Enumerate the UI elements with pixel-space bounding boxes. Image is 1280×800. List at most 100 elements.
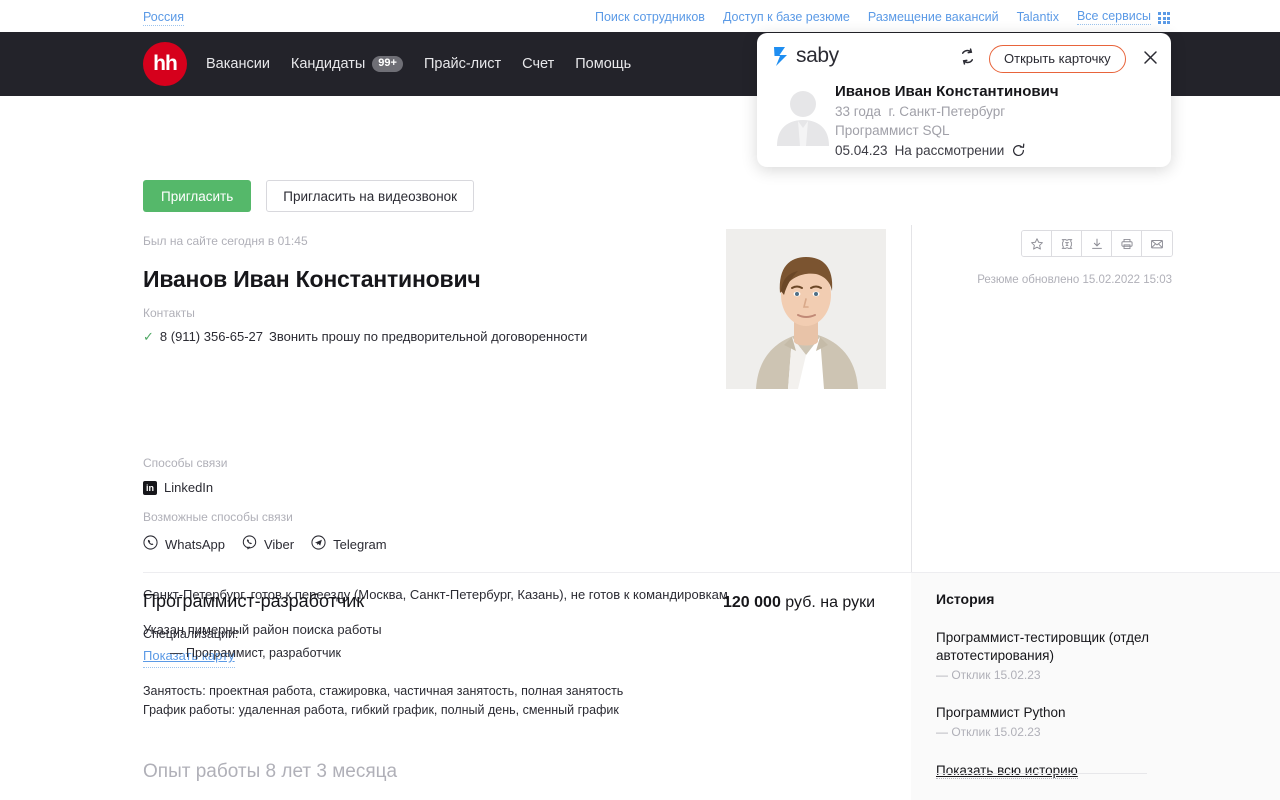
saby-candidate-position: Программист SQL <box>835 123 950 138</box>
list-item[interactable]: Программист Python — Отклик 15.02.23 <box>936 704 1186 739</box>
resume-updated-text: Резюме обновлено 15.02.2022 15:03 <box>977 274 1172 286</box>
link-talantix[interactable]: Talantix <box>1017 10 1059 24</box>
telegram-icon <box>311 535 326 553</box>
all-services-wrap[interactable]: Все сервисы <box>1076 9 1170 25</box>
saby-card-header: saby Открыть карточку <box>757 33 1171 81</box>
employment-block: Занятость: проектная работа, стажировка,… <box>143 682 623 720</box>
channel-viber[interactable]: Viber <box>242 535 294 553</box>
contact-way-linkedin[interactable]: in LinkedIn <box>143 480 227 495</box>
resume-page: Россия Поиск сотрудников Доступ к базе р… <box>0 0 1280 800</box>
close-icon[interactable] <box>1142 49 1159 71</box>
utility-links: Поиск сотрудников Доступ к базе резюме Р… <box>595 9 1170 25</box>
experience-heading: Опыт работы 8 лет 3 месяца <box>143 761 398 782</box>
history-inner: История Программист-тестировщик (отдел а… <box>936 591 1186 780</box>
contact-way-linkedin-label: LinkedIn <box>164 480 214 495</box>
history-panel: История Программист-тестировщик (отдел а… <box>911 572 1280 800</box>
star-icon[interactable] <box>1022 231 1052 256</box>
contact-ways-label: Способы связи <box>143 456 228 470</box>
nav-item-pricelist[interactable]: Прайс-лист <box>424 56 501 72</box>
invite-button[interactable]: Пригласить <box>143 180 252 212</box>
nav-item-vacancies[interactable]: Вакансии <box>206 56 270 72</box>
salary-amount: 120 000 <box>723 594 781 611</box>
contacts-label: Контакты <box>143 306 195 320</box>
history-item-sub: — Отклик 15.02.23 <box>936 725 1041 739</box>
action-buttons: Пригласить Пригласить на видеозвонок <box>143 180 475 212</box>
region-selector-wrap: Россия <box>143 8 184 26</box>
person-placeholder-avatar <box>772 84 834 146</box>
phone-row[interactable]: ✓ 8 (911) 356-65-27 Звонить прошу по пре… <box>143 329 587 344</box>
nav-label-vacancies: Вакансии <box>206 56 270 72</box>
channel-telegram-label: Telegram <box>333 536 387 552</box>
hh-logo[interactable]: hh <box>143 42 187 86</box>
show-all-history-link[interactable]: Показать всю историю <box>936 763 1078 779</box>
grid-apps-icon[interactable] <box>1158 12 1170 24</box>
saby-status-text: На рассмотрении <box>894 143 1005 158</box>
invite-videocall-button[interactable]: Пригласить на видеозвонок <box>266 180 475 212</box>
nav-item-candidates[interactable]: Кандидаты 99+ <box>291 56 403 72</box>
linkedin-icon: in <box>143 480 157 495</box>
specialization-item: — Программист, разработчик <box>170 646 341 660</box>
phone-number: 8 (911) 356-65-27 <box>159 329 264 344</box>
history-title: История <box>936 591 995 607</box>
open-card-button[interactable]: Открыть карточку <box>989 45 1126 73</box>
saby-logo[interactable]: saby <box>773 45 839 67</box>
top-utility-bar: Россия Поиск сотрудников Доступ к базе р… <box>0 0 1280 32</box>
saby-candidate-age-city: 33 года г. Санкт-Петербург <box>835 102 1059 121</box>
possible-ways-row: WhatsApp Viber Telegram <box>143 535 387 553</box>
link-resume-database[interactable]: Доступ к базе резюме <box>723 10 850 24</box>
link-all-services[interactable]: Все сервисы <box>1076 9 1151 25</box>
page-title: Иванов Иван Константинович <box>143 266 481 293</box>
saby-status-date: 05.04.23 <box>835 143 888 158</box>
possible-ways-label: Возможные способы связи <box>143 510 293 524</box>
channel-telegram[interactable]: Telegram <box>311 535 387 553</box>
main-content: Пригласить Пригласить на видеозвонок Был… <box>0 96 1280 800</box>
refresh-status-icon[interactable] <box>1011 143 1026 158</box>
channel-whatsapp[interactable]: WhatsApp <box>143 535 225 553</box>
last-visit-text: Был на сайте сегодня в 01:45 <box>143 234 308 248</box>
contacts-section: Контакты ✓ 8 (911) 356-65-27 Звонить про… <box>143 306 587 344</box>
nav-label-candidates: Кандидаты <box>290 56 366 72</box>
channel-viber-label: Viber <box>263 536 295 552</box>
saby-mark-icon <box>773 45 793 67</box>
channel-whatsapp-label: WhatsApp <box>165 536 225 552</box>
history-item-sub: — Отклик 15.02.23 <box>936 668 1041 682</box>
region-link[interactable]: Россия <box>143 10 184 26</box>
print-icon[interactable] <box>1112 231 1142 256</box>
nav-item-account[interactable]: Счет <box>522 56 554 72</box>
edit-text-icon[interactable] <box>1052 231 1082 256</box>
link-post-vacancy[interactable]: Размещение вакансий <box>868 10 999 24</box>
desired-position-title: Программист-разработчик <box>143 591 365 611</box>
download-icon[interactable] <box>1082 231 1112 256</box>
vertical-divider <box>911 225 912 572</box>
saby-status-row: 05.04.23 На рассмотрении <box>835 140 1059 161</box>
saby-candidate-city: г. Санкт-Петербург <box>888 104 1006 119</box>
saby-popup-card: saby Открыть карточку Иванов Иван Конста… <box>757 33 1171 167</box>
list-item[interactable]: Программист-тестировщик (отдел автотести… <box>936 629 1186 682</box>
saby-candidate-age: 33 года <box>835 104 881 119</box>
salary-text: 120 000 руб. на руки <box>723 594 875 612</box>
nav-items: Вакансии Кандидаты 99+ Прайс-лист Счет П… <box>206 32 631 96</box>
saby-candidate-name: Иванов Иван Константинович <box>835 83 1059 100</box>
phone-note: Звонить прошу по предворительной договор… <box>269 329 588 344</box>
whatsapp-icon <box>143 535 158 553</box>
nav-label-account: Счет <box>522 56 555 72</box>
contact-ways-section: Способы связи in LinkedIn <box>143 456 227 495</box>
nav-label-help: Помощь <box>575 56 632 72</box>
candidates-count-badge: 99+ <box>372 56 403 72</box>
sync-icon[interactable] <box>958 47 977 71</box>
link-employee-search[interactable]: Поиск сотрудников <box>595 10 705 24</box>
saby-wordmark: saby <box>796 44 839 67</box>
resume-toolbar <box>1021 230 1173 257</box>
specializations-label: Специализации: <box>143 627 239 641</box>
schedule-text: График работы: удаленная работа, гибкий … <box>143 703 619 717</box>
viber-icon <box>242 535 257 553</box>
nav-item-help[interactable]: Помощь <box>575 56 631 72</box>
history-item-name: Программист Python <box>936 705 1066 720</box>
salary-suffix: руб. на руки <box>780 594 876 611</box>
candidate-photo <box>726 229 886 389</box>
check-icon: ✓ <box>143 329 154 344</box>
mail-icon[interactable] <box>1142 231 1172 256</box>
history-item-name: Программист-тестировщик (отдел автотести… <box>936 630 1149 663</box>
history-divider <box>936 773 1147 774</box>
possible-ways-section: Возможные способы связи WhatsApp Viber T… <box>143 510 387 553</box>
